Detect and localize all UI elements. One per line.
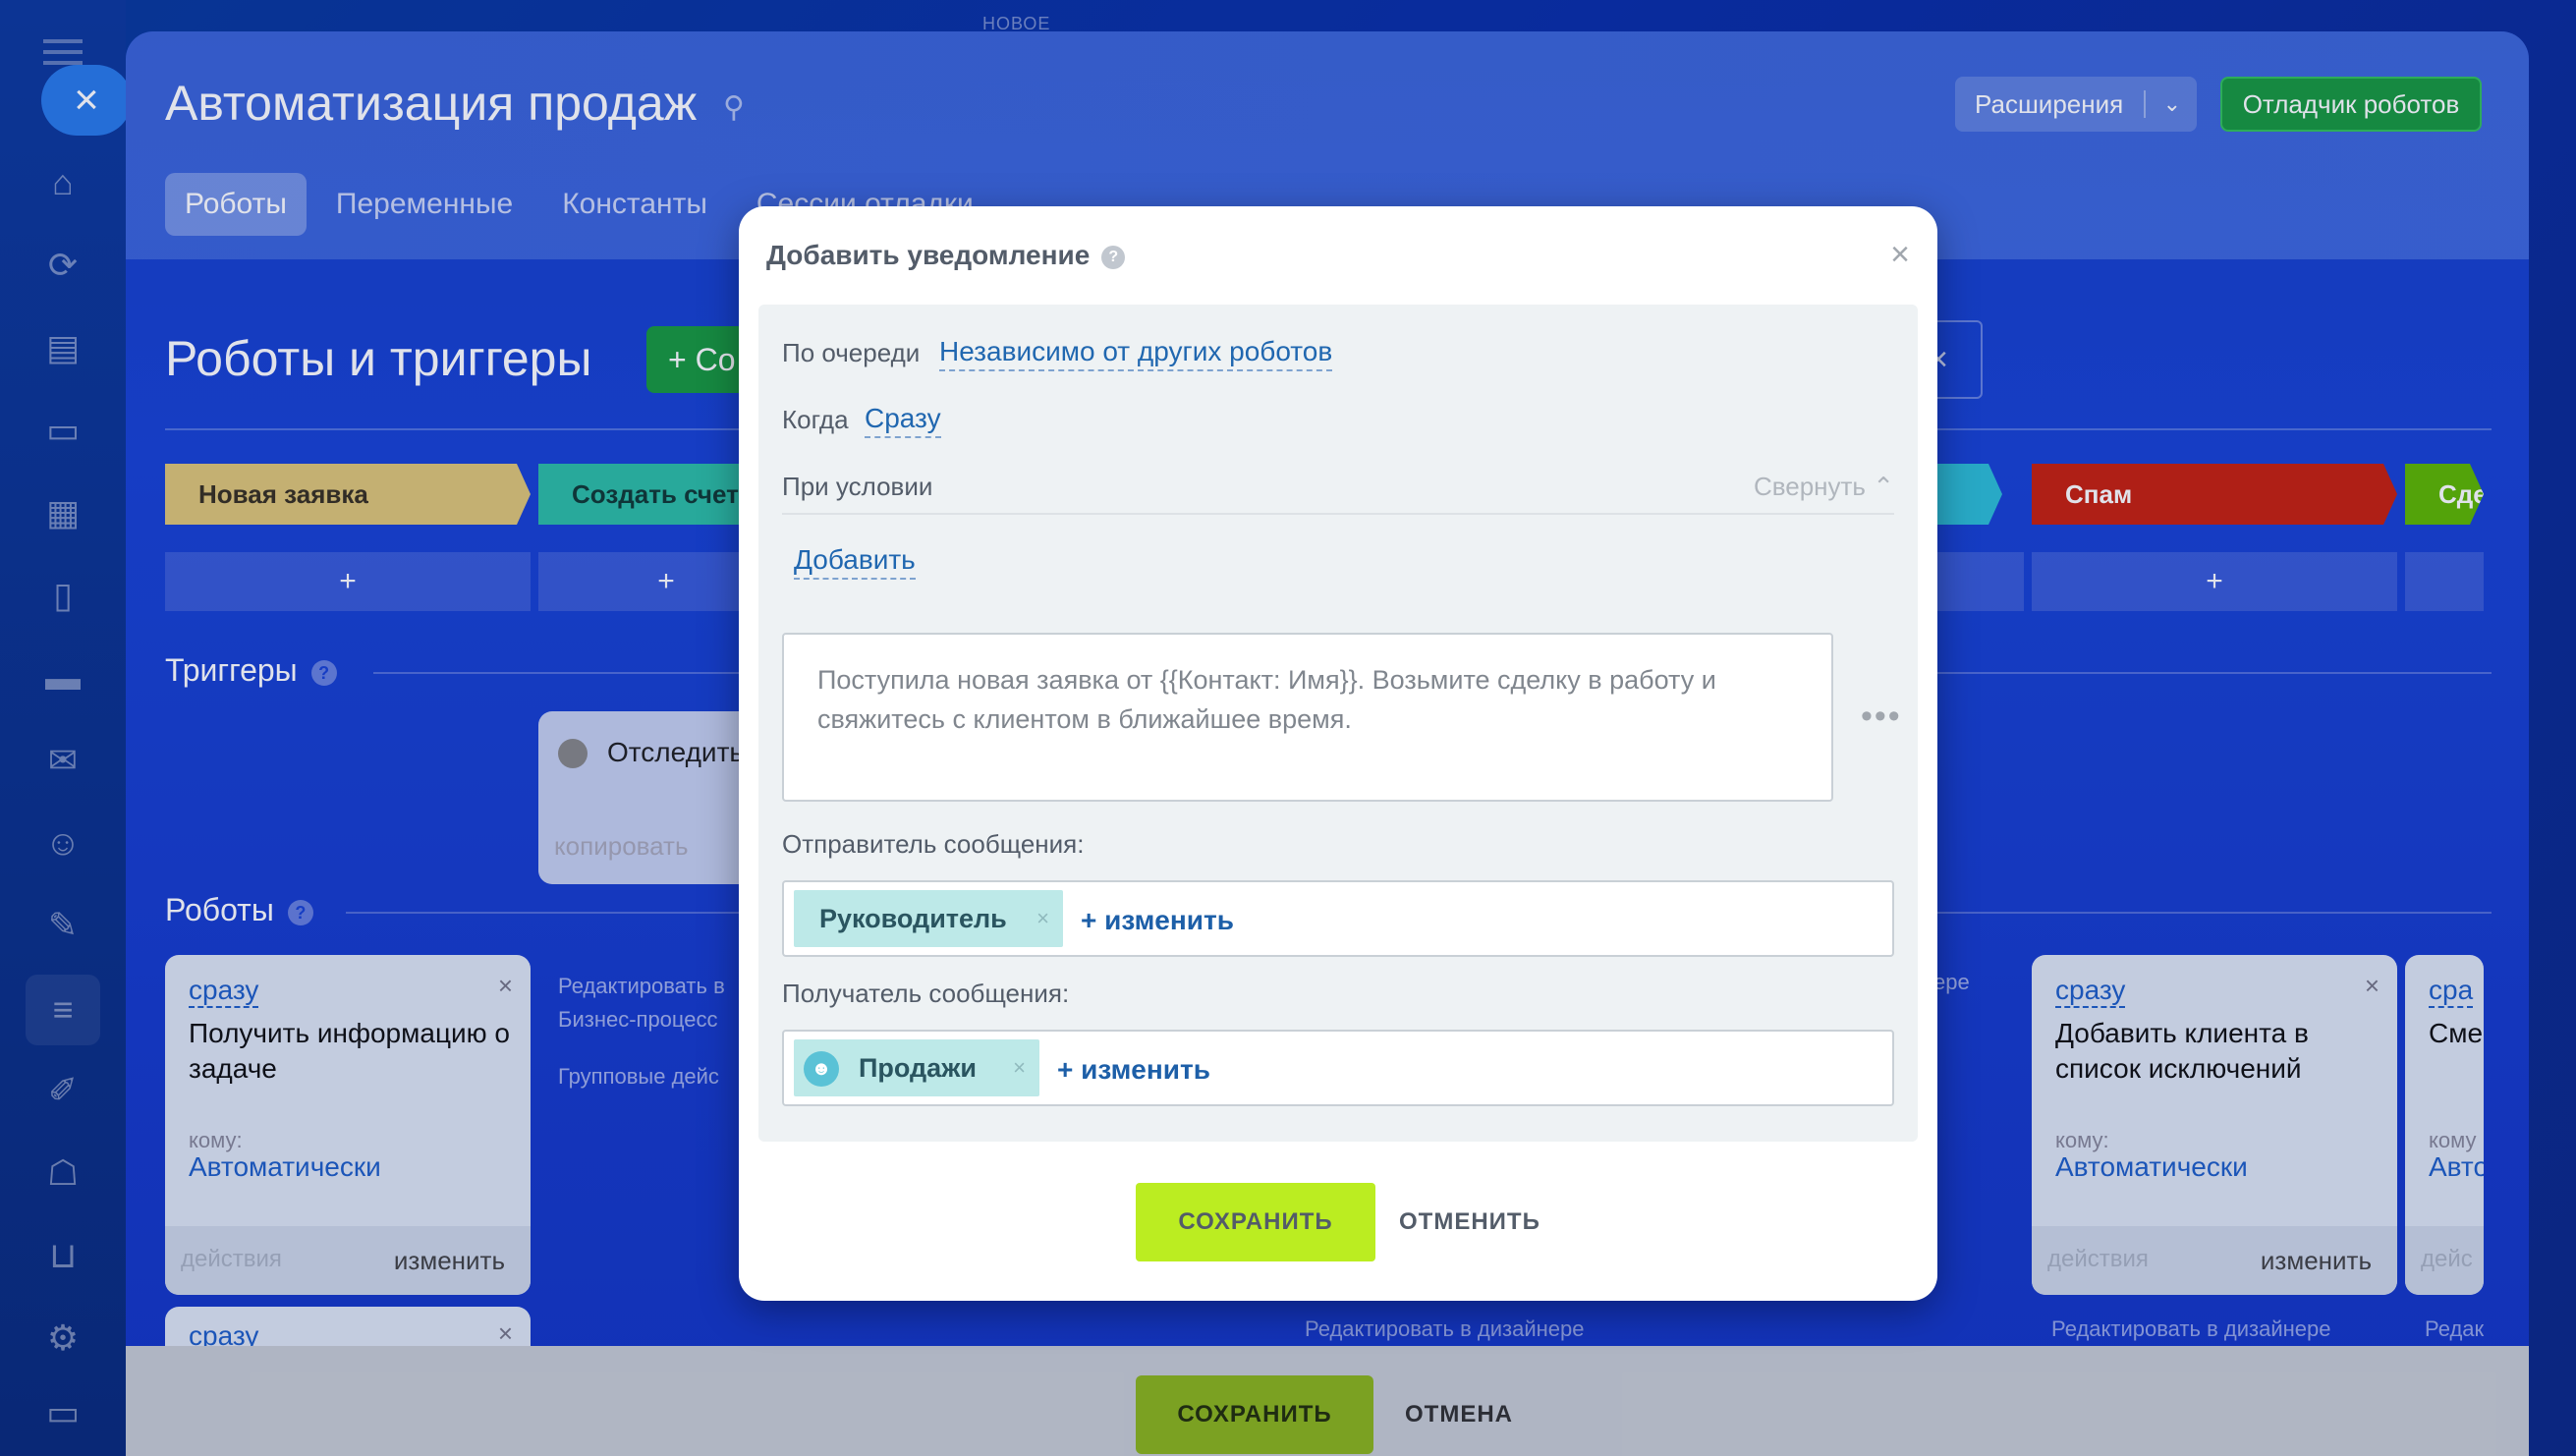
- recipient-chip[interactable]: ☻ Продажи ×: [794, 1039, 1039, 1096]
- recipient-label: Получатель сообщения:: [782, 979, 1070, 1008]
- sender-chip-label: Руководитель: [819, 904, 1007, 933]
- dialog-body: По очереди Независимо от других роботов …: [758, 305, 1918, 1142]
- group-avatar-icon: ☻: [804, 1051, 839, 1087]
- add-notification-dialog: Добавить уведомление? × По очереди Незав…: [739, 206, 1937, 1301]
- change-sender-link[interactable]: + изменить: [1081, 882, 1234, 959]
- queue-value-link[interactable]: Независимо от других роботов: [939, 336, 1333, 371]
- more-options-icon[interactable]: •••: [1861, 698, 1902, 736]
- change-recipient-link[interactable]: + изменить: [1057, 1032, 1210, 1108]
- message-textarea[interactable]: Поступила новая заявка от {{Контакт: Имя…: [782, 633, 1833, 802]
- chevron-up-icon: ⌃: [1873, 472, 1894, 501]
- recipient-field[interactable]: ☻ Продажи × + изменить: [782, 1030, 1894, 1106]
- sender-label: Отправитель сообщения:: [782, 829, 1085, 859]
- cancel-button[interactable]: ОТМЕНИТЬ: [1399, 1183, 1540, 1261]
- divider: [782, 513, 1894, 515]
- sender-field[interactable]: Руководитель × + изменить: [782, 880, 1894, 957]
- remove-chip-icon[interactable]: ×: [1013, 1039, 1026, 1096]
- dialog-title: Добавить уведомление?: [766, 240, 1126, 271]
- recipient-chip-label: Продажи: [859, 1053, 977, 1083]
- collapse-label: Свернуть: [1753, 472, 1866, 501]
- when-value-link[interactable]: Сразу: [865, 403, 941, 438]
- condition-label: При условии: [782, 472, 933, 501]
- dialog-title-text: Добавить уведомление: [766, 240, 1091, 270]
- queue-label: По очереди: [782, 338, 921, 367]
- sender-chip[interactable]: Руководитель ×: [794, 890, 1063, 947]
- help-icon[interactable]: ?: [1101, 245, 1126, 269]
- add-condition-link[interactable]: Добавить: [794, 544, 916, 580]
- when-label: Когда: [782, 405, 849, 434]
- collapse-toggle[interactable]: Свернуть ⌃: [1754, 472, 1894, 502]
- save-button[interactable]: СОХРАНИТЬ: [1136, 1183, 1375, 1261]
- close-icon[interactable]: ×: [1890, 236, 1910, 274]
- remove-chip-icon[interactable]: ×: [1036, 890, 1049, 947]
